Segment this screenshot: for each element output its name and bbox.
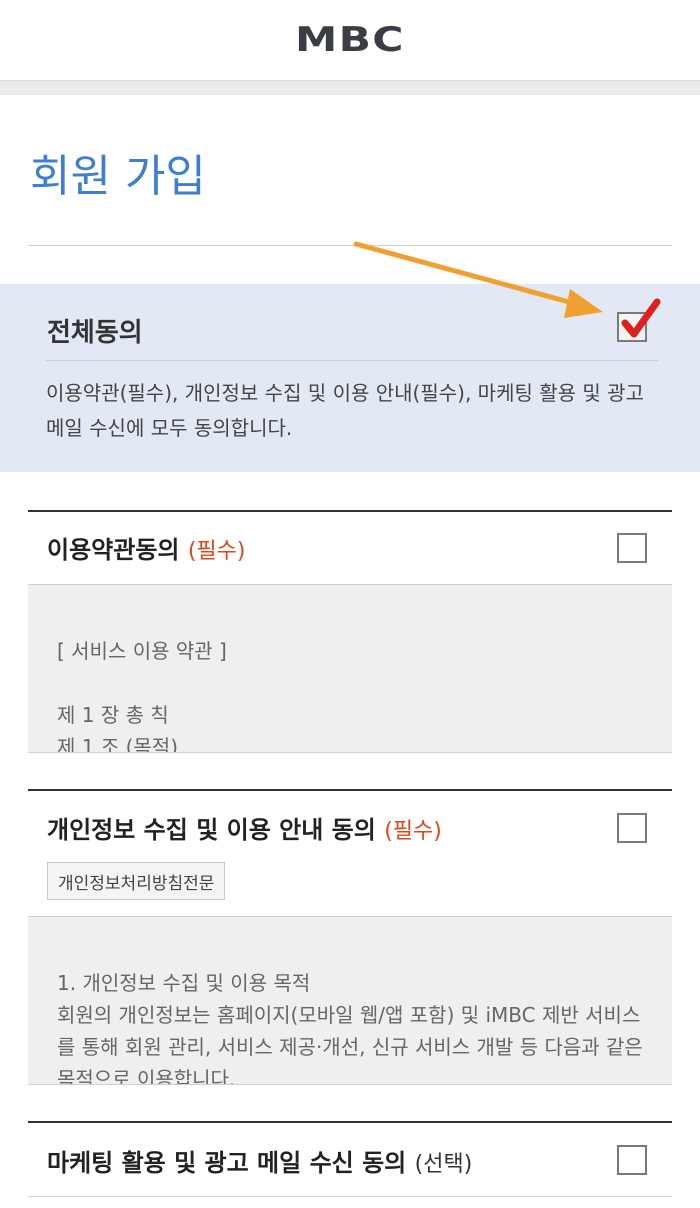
terms-checkbox[interactable] [617,533,647,563]
marketing-title-text: 마케팅 활용 및 광고 메일 수신 동의 [47,1149,407,1177]
terms-title-text: 이용약관동의 [47,536,180,564]
marketing-top-rule [28,1121,672,1123]
header-divider [0,81,700,95]
agree-all-checkbox[interactable] [617,298,661,342]
privacy-content-box[interactable]: 1. 개인정보 수집 및 이용 목적 회원의 개인정보는 홈페이지(모바일 웹/… [28,917,672,1085]
agree-all-description: 이용약관(필수), 개인정보 수집 및 이용 안내(필수), 마케팅 활용 및 … [46,381,644,440]
privacy-title: 개인정보 수집 및 이용 안내 동의 (필수) [47,810,442,845]
agree-all-section: 전체동의 이용약관(필수), 개인정보 수집 및 이용 안내(필수), 마케팅 … [0,284,700,472]
terms-title: 이용약관동의 (필수) [47,530,246,565]
terms-line: 제 1 장 총 칙 [57,703,169,727]
title-divider [28,245,672,246]
required-tag: (필수) [384,819,442,844]
terms-top-rule [28,510,672,512]
terms-content-box[interactable]: [ 서비스 이용 약관 ] 제 1 장 총 칙 제 1 조 (목적) [28,585,672,753]
privacy-policy-full-button[interactable]: 개인정보처리방침전문 [47,862,226,900]
marketing-divider [28,1196,672,1197]
mbc-logo[interactable]: MBC [295,20,405,60]
terms-line [57,667,647,699]
app-header: MBC [0,0,700,81]
page-title: 회원 가입 [30,151,206,202]
checkmark-icon [621,298,661,338]
optional-tag: (선택) [414,1152,473,1177]
agree-all-divider [46,360,658,361]
required-tag: (필수) [187,539,246,564]
privacy-line: 회원의 개인정보는 홈페이지(모바일 웹/앱 포함) 및 iMBC 제반 서비스… [57,1003,643,1085]
privacy-top-rule [28,789,672,791]
privacy-title-text: 개인정보 수집 및 이용 안내 동의 [47,816,376,844]
marketing-title: 마케팅 활용 및 광고 메일 수신 동의 (선택) [47,1143,472,1178]
agree-all-label: 전체동의 [47,318,143,348]
privacy-line: 1. 개인정보 수집 및 이용 목적 [57,971,311,995]
privacy-checkbox[interactable] [617,813,647,843]
terms-line: [ 서비스 이용 약관 ] [57,639,227,663]
terms-line: 제 1 조 (목적) [57,735,179,753]
marketing-checkbox[interactable] [617,1145,647,1175]
